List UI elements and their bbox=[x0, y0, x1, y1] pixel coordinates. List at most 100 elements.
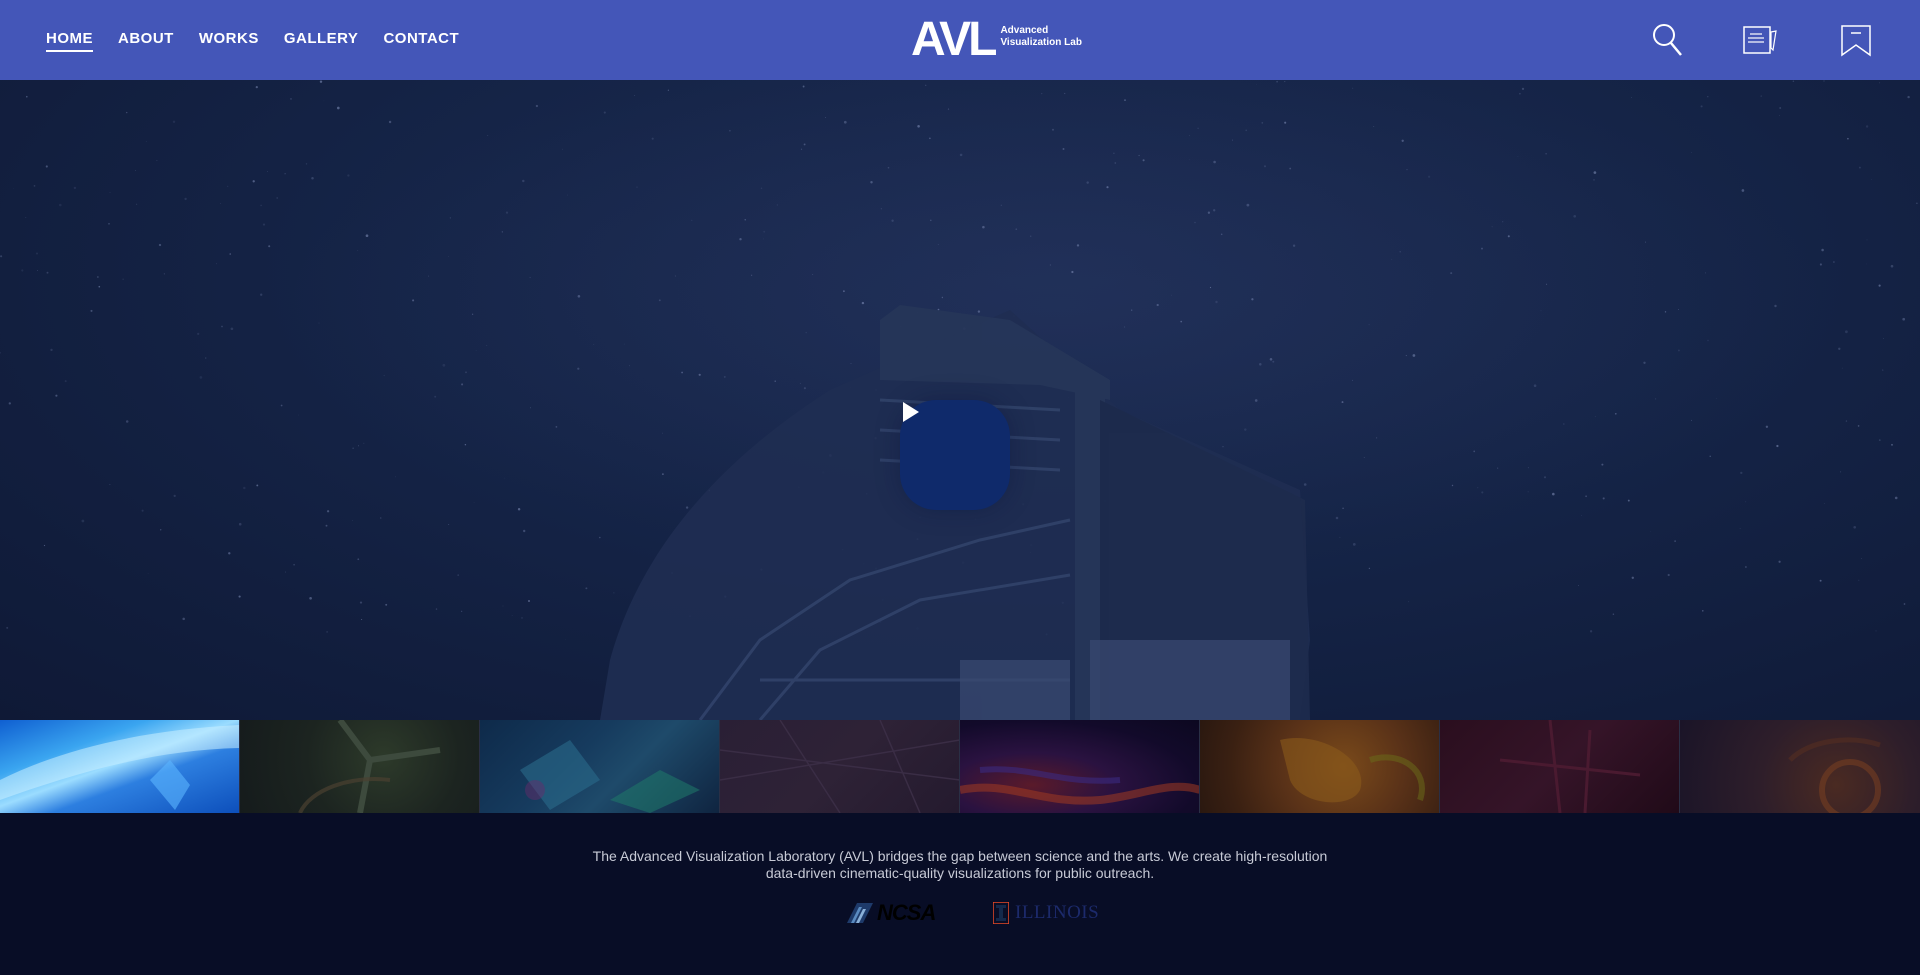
star bbox=[1776, 444, 1779, 448]
star bbox=[667, 89, 669, 91]
star bbox=[336, 106, 340, 110]
star bbox=[173, 494, 176, 498]
star bbox=[457, 574, 460, 576]
star bbox=[1664, 311, 1667, 313]
star bbox=[1502, 221, 1504, 223]
star bbox=[805, 331, 807, 334]
star bbox=[674, 275, 676, 277]
nav-contact[interactable]: CONTACT bbox=[383, 30, 459, 52]
nav-about[interactable]: ABOUT bbox=[118, 30, 174, 52]
thumbnail-5[interactable] bbox=[960, 720, 1200, 813]
nav-works[interactable]: WORKS bbox=[199, 30, 259, 52]
star bbox=[891, 219, 894, 222]
star bbox=[1890, 264, 1894, 268]
hero-video[interactable] bbox=[0, 80, 1920, 720]
star bbox=[1051, 128, 1055, 131]
star bbox=[1774, 304, 1777, 308]
star bbox=[1907, 95, 1910, 99]
thumbnail-6[interactable] bbox=[1200, 720, 1440, 813]
thumbnail-7[interactable] bbox=[1440, 720, 1680, 813]
nav-home[interactable]: HOME bbox=[46, 30, 93, 52]
star bbox=[763, 238, 764, 240]
star bbox=[305, 163, 308, 165]
star bbox=[37, 269, 39, 271]
star bbox=[744, 219, 746, 221]
star bbox=[1838, 347, 1841, 350]
star bbox=[1745, 501, 1747, 503]
star bbox=[125, 111, 128, 114]
star bbox=[1335, 516, 1339, 520]
star bbox=[1352, 87, 1354, 89]
star bbox=[1481, 491, 1484, 494]
ncsa-logo[interactable]: NCSA bbox=[847, 900, 936, 925]
star bbox=[141, 509, 144, 512]
star bbox=[309, 596, 312, 600]
star bbox=[1765, 425, 1769, 428]
star bbox=[1578, 585, 1579, 587]
star bbox=[861, 301, 865, 305]
star bbox=[1071, 270, 1074, 274]
star bbox=[352, 520, 353, 522]
thumbnail-2[interactable] bbox=[240, 720, 480, 813]
star bbox=[156, 160, 158, 162]
star bbox=[1847, 137, 1849, 140]
logo-line-2: Visualization Lab bbox=[1000, 37, 1082, 48]
search-icon[interactable] bbox=[1650, 22, 1686, 58]
star bbox=[228, 552, 231, 555]
star bbox=[1778, 560, 1781, 563]
star bbox=[1086, 181, 1089, 184]
thumbnail-1[interactable] bbox=[0, 720, 240, 813]
star bbox=[172, 120, 176, 124]
star bbox=[1220, 233, 1223, 236]
star bbox=[1845, 420, 1848, 422]
star bbox=[276, 197, 279, 199]
star bbox=[357, 558, 360, 561]
star bbox=[1124, 99, 1126, 101]
star bbox=[1209, 286, 1212, 289]
star bbox=[357, 249, 359, 251]
thumbnail-4[interactable] bbox=[720, 720, 960, 813]
star bbox=[412, 299, 415, 302]
star bbox=[802, 85, 805, 88]
star bbox=[651, 137, 654, 140]
star bbox=[197, 332, 200, 336]
star bbox=[523, 529, 526, 533]
nav-gallery[interactable]: GALLERY bbox=[284, 30, 359, 52]
star bbox=[1194, 221, 1196, 224]
star bbox=[1654, 398, 1657, 400]
thumbnail-3[interactable] bbox=[480, 720, 720, 813]
star bbox=[925, 84, 927, 86]
star bbox=[535, 104, 539, 108]
play-button[interactable] bbox=[900, 400, 1010, 510]
notes-icon[interactable] bbox=[1742, 22, 1778, 58]
star bbox=[1861, 558, 1862, 559]
star bbox=[26, 95, 28, 98]
star bbox=[1352, 543, 1356, 546]
star bbox=[800, 148, 803, 150]
site-logo[interactable]: AVL Advanced Visualization Lab bbox=[911, 16, 1082, 64]
star bbox=[1573, 214, 1577, 218]
illinois-logo[interactable]: ILLINOIS bbox=[993, 901, 1099, 925]
star bbox=[1339, 536, 1341, 538]
star bbox=[1645, 241, 1646, 243]
star bbox=[613, 592, 615, 594]
star bbox=[385, 603, 388, 606]
star bbox=[1612, 613, 1615, 615]
star bbox=[1779, 107, 1782, 109]
star bbox=[565, 638, 566, 640]
star bbox=[125, 420, 129, 423]
star bbox=[1593, 179, 1595, 181]
bookmark-icon[interactable] bbox=[1838, 22, 1874, 58]
star bbox=[947, 108, 950, 110]
star bbox=[220, 202, 222, 204]
star bbox=[1870, 179, 1872, 180]
star bbox=[1341, 401, 1344, 404]
thumbnail-8[interactable] bbox=[1680, 720, 1920, 813]
star bbox=[318, 322, 320, 324]
star bbox=[388, 120, 392, 124]
star bbox=[311, 177, 314, 180]
star bbox=[567, 194, 568, 196]
star bbox=[284, 173, 286, 175]
star bbox=[0, 255, 3, 258]
star bbox=[1368, 567, 1371, 570]
